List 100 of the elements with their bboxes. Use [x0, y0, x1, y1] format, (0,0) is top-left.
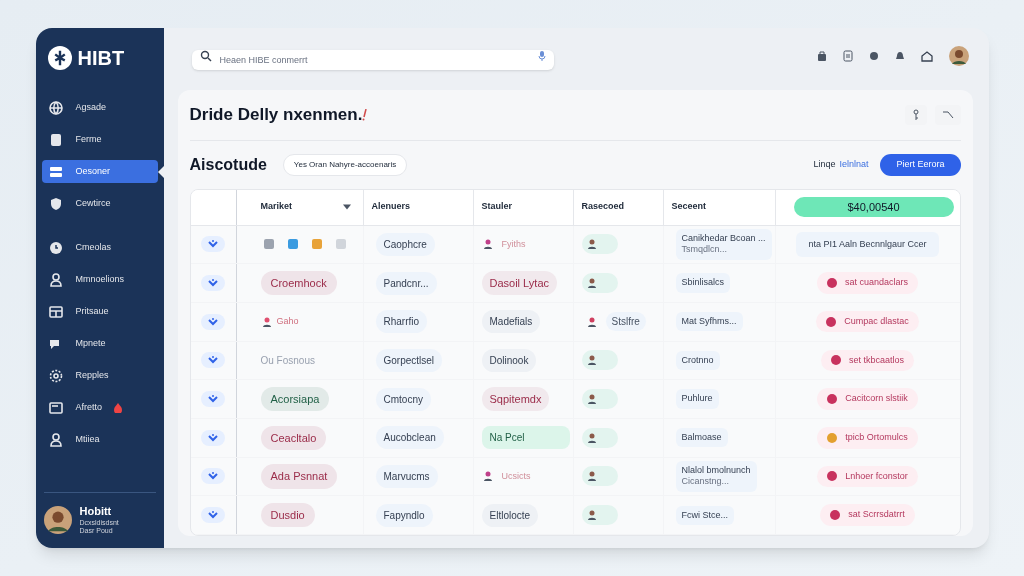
chevron-down-icon [208, 317, 218, 326]
column-header[interactable]: Mariket [260, 200, 292, 214]
figure-icon [585, 470, 598, 483]
expand-row-button[interactable] [201, 313, 225, 330]
seceent-label: Nlalol bmolnunch Cicanstng... [675, 461, 757, 492]
seceent-label: Sbinlisalcs [675, 273, 731, 293]
page-title: Dride Delly nxenmen. [189, 104, 363, 126]
user-name: Hobitt [79, 504, 113, 519]
alenuers-label: Rharrfio [375, 310, 428, 334]
column-header[interactable]: Rasecoed [581, 200, 625, 214]
figure-icon [585, 431, 598, 444]
card-icon [47, 399, 64, 416]
market-tag: Croemhock [260, 270, 337, 296]
expand-row-button[interactable] [201, 352, 225, 369]
chevron-down-icon [208, 279, 218, 288]
stauler-label: Ucsicts [501, 469, 531, 483]
pointer-icon [157, 166, 164, 178]
alenuers-label: Aucobclean [375, 426, 444, 450]
document-icon[interactable] [842, 50, 853, 62]
column-header[interactable]: Alenuers [371, 200, 410, 214]
alenuers-label: Marvucms [375, 464, 438, 488]
market-tag: Dusdio [260, 502, 315, 528]
market-tag: Ada Psnnat [260, 464, 338, 489]
nav-item[interactable]: Mmnoelions [41, 268, 158, 291]
clock-icon [47, 239, 64, 256]
nav-item[interactable]: Repples [41, 364, 158, 387]
status-label: Lnhoer fconstor [845, 469, 908, 483]
expand-row-button[interactable] [201, 275, 225, 292]
figure-icon [481, 470, 494, 483]
figure-icon [585, 393, 598, 406]
grid-icon [47, 303, 64, 320]
microphone-icon[interactable] [537, 50, 546, 62]
chevron-down-icon [208, 433, 218, 442]
nav-item[interactable]: Cewtirce [41, 192, 158, 215]
avatar [948, 46, 969, 66]
search-field[interactable]: Heaen HIBE conmerrt [191, 50, 554, 70]
link[interactable]: Ielnlnat [839, 157, 869, 172]
nav-item[interactable]: Oesoner [41, 160, 158, 183]
bag-icon[interactable] [816, 51, 827, 61]
stauler-tag: Na Pcel [481, 426, 570, 450]
globe-icon [47, 99, 64, 116]
nav-item[interactable]: Agsade [41, 96, 158, 119]
alenuers-label: Pandcnr... [375, 271, 437, 295]
primary-button[interactable]: Piert Eerora [880, 153, 961, 176]
seceent-label: Fcwi Stce... [675, 505, 734, 525]
person-icon [47, 431, 64, 448]
gear-icon [47, 367, 64, 384]
expand-row-button[interactable] [201, 236, 225, 253]
alenuers-label: Fapyndlo [375, 503, 433, 527]
nav-item[interactable]: Ferme [41, 128, 158, 151]
market-label: Ou Fosnous [260, 353, 315, 368]
status-label: sat cuandaclars [844, 276, 908, 290]
sort-caret-icon[interactable] [342, 204, 351, 210]
figure-icon [585, 315, 598, 328]
nav-item[interactable]: Afretto [41, 396, 158, 419]
stauler-tag: Eltlolocte [481, 503, 539, 527]
expand-row-button[interactable] [201, 468, 225, 485]
expand-row-button[interactable] [201, 507, 225, 524]
market-tag: Acorsiapa [260, 386, 330, 412]
stauler-tag: Sqpitemdx [481, 386, 550, 412]
person-icon [47, 271, 64, 288]
seceent-label: Balmoase [675, 428, 728, 448]
market-tag: Ceacltalo [260, 425, 327, 451]
status-note: nta PI1 Aaln Becnnlgaur Ccer [796, 231, 939, 258]
status-label: Cumpac dlastac [844, 314, 909, 328]
filter-chip[interactable]: Yes Oran Nahyre-accoenaris [282, 153, 408, 176]
status-label: Cacitcorn slstiik [845, 392, 908, 406]
logo-text: HIBT [77, 46, 125, 71]
expand-row-button[interactable] [201, 391, 225, 408]
alenuers-label: Gorpectlsel [375, 348, 443, 372]
search-icon [199, 50, 212, 62]
status-label: sat Scrrsdatrrt [848, 508, 905, 522]
circle-icon[interactable] [868, 51, 879, 61]
stauler-label: Fyiths [501, 237, 526, 251]
logo-icon [47, 46, 72, 70]
status-label: set tkbcaatlos [849, 353, 904, 367]
figure-icon [481, 238, 494, 251]
seceent-label: Mat Syfhms... [675, 312, 743, 332]
alert-icon [114, 402, 122, 413]
nav-item[interactable]: Cmeolas [41, 236, 158, 259]
column-header[interactable]: Seceent [671, 200, 707, 214]
expand-row-button[interactable] [201, 429, 225, 446]
total-amount: $40,00540 [793, 197, 954, 217]
figure-icon [585, 238, 598, 251]
seceent-label: Canikhedar Bcoan ... Tsmqdlcn... [675, 229, 772, 260]
figure-icon [585, 277, 598, 290]
home-icon[interactable] [920, 50, 933, 62]
figure-icon [585, 354, 598, 367]
stauler-tag: Dolinook [481, 348, 537, 372]
bell-icon[interactable] [894, 51, 905, 61]
stauler-tag: Madefials [481, 310, 541, 334]
nav-item[interactable]: Mpnete [41, 332, 158, 355]
status-label: tpicb Ortomulcs [845, 431, 908, 445]
alenuers-label: Caophcre [375, 232, 435, 256]
nav-item[interactable]: Pritsaue [41, 300, 158, 323]
seceent-label: Crotnno [675, 350, 720, 371]
stauler-tag: Dasoil Lytac [481, 270, 557, 296]
nav-item[interactable]: Mtiiea [41, 428, 158, 451]
column-header[interactable]: Stauler [481, 200, 512, 214]
seceent-label: Puhlure [675, 389, 719, 409]
